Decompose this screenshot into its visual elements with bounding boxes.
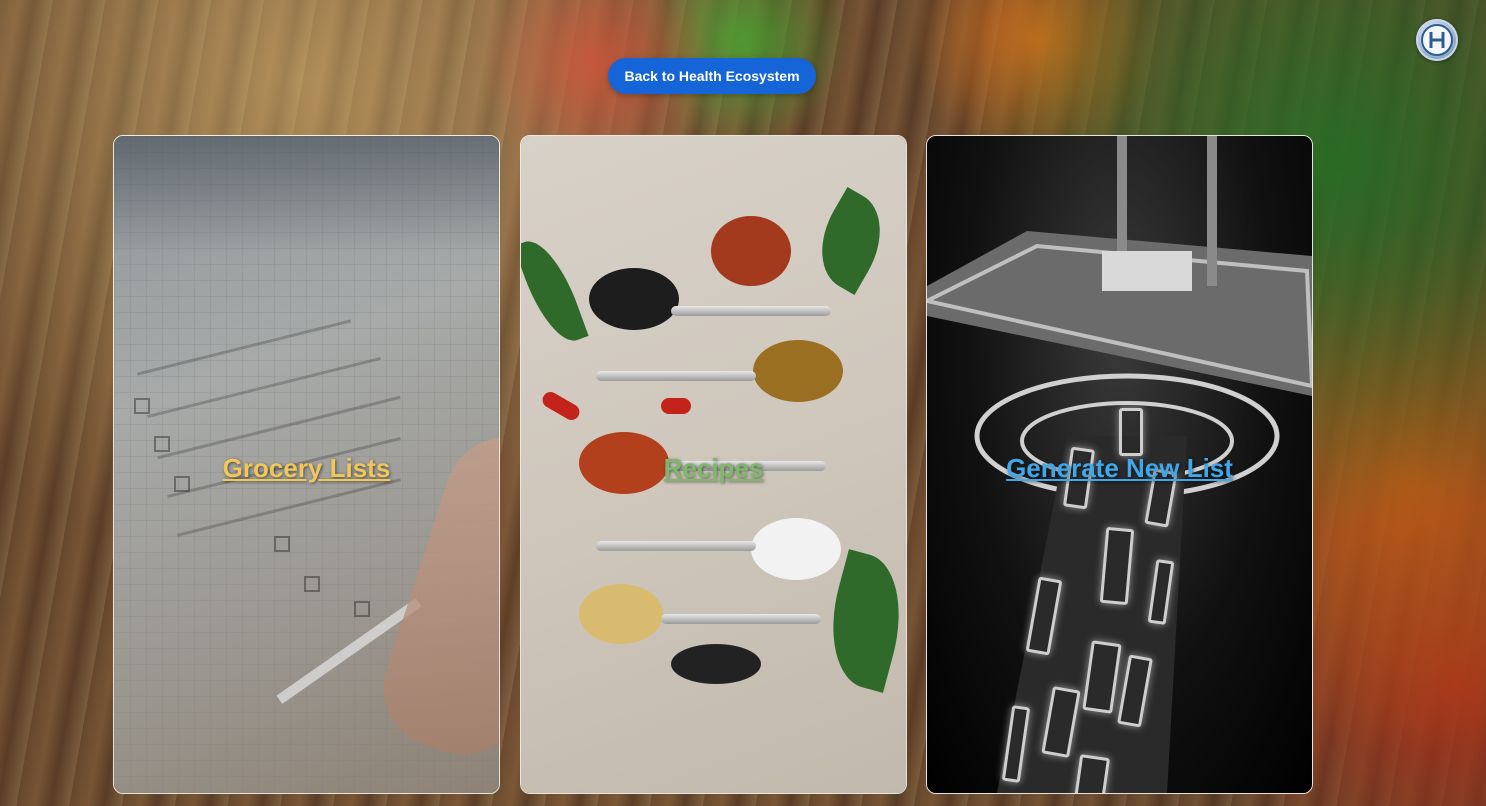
recipes-card[interactable]: Recipes [520,135,907,794]
back-to-health-ecosystem-button[interactable]: Back to Health Ecosystem [608,58,816,94]
grocery-lists-link[interactable]: Grocery Lists [223,453,391,484]
logo-letter-icon [1429,32,1445,48]
health-ecosystem-logo-icon[interactable] [1416,19,1458,61]
generate-new-list-card[interactable]: Generate New List [926,135,1313,794]
grocery-lists-card[interactable]: Grocery Lists [113,135,500,794]
grocery-hub-page: Back to Health Ecosystem Grocery Lists R… [0,0,1486,806]
generate-new-list-link[interactable]: Generate New List [1006,453,1233,484]
logo-ring [1421,24,1453,56]
recipes-link[interactable]: Recipes [664,453,764,484]
